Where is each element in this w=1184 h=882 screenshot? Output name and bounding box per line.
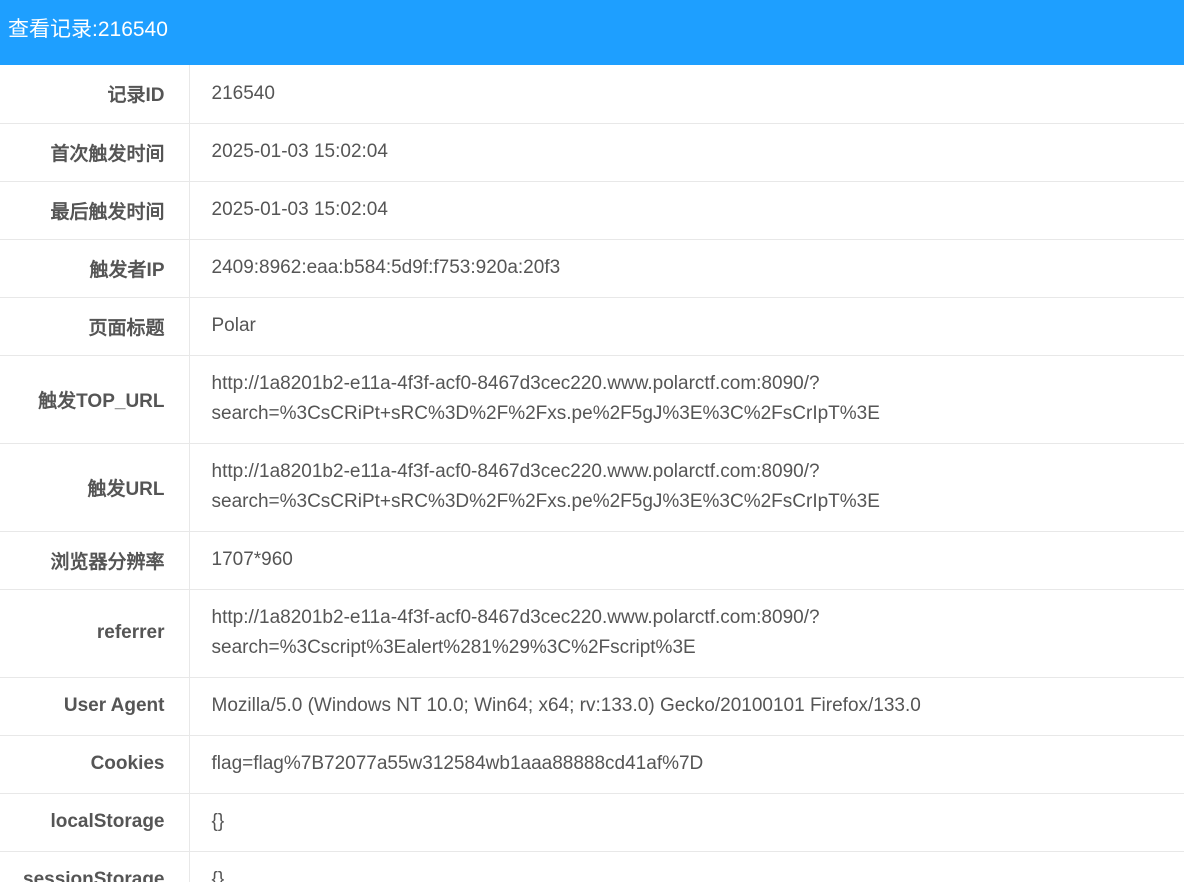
row-label: 最后触发时间 [0,181,190,240]
row-value: 2025-01-03 15:02:04 [189,123,1184,182]
row-value: 2025-01-03 15:02:04 [189,181,1184,240]
row-label: referrer [0,589,190,678]
row-value: {} [189,851,1184,882]
table-row-user-agent: User Agent Mozilla/5.0 (Windows NT 10.0;… [0,677,1184,736]
row-label: 触发TOP_URL [0,355,190,444]
row-value: {} [189,793,1184,852]
table-row-trigger-ip: 触发者IP 2409:8962:eaa:b584:5d9f:f753:920a:… [0,239,1184,298]
page-header: 查看记录:216540 [0,0,1184,65]
table-row-page-title: 页面标题 Polar [0,297,1184,356]
table-row-first-trigger-time: 首次触发时间 2025-01-03 15:02:04 [0,123,1184,182]
row-label: 页面标题 [0,297,190,356]
row-label: localStorage [0,793,190,852]
row-label: sessionStorage [0,851,190,882]
row-value: http://1a8201b2-e11a-4f3f-acf0-8467d3cec… [189,355,1184,444]
table-row-resolution: 浏览器分辨率 1707*960 [0,531,1184,590]
page-title: 查看记录:216540 [8,17,168,41]
row-label: 记录ID [0,65,190,124]
row-label: 触发URL [0,443,190,532]
table-row-top-url: 触发TOP_URL http://1a8201b2-e11a-4f3f-acf0… [0,355,1184,444]
row-value: http://1a8201b2-e11a-4f3f-acf0-8467d3cec… [189,589,1184,678]
record-detail-table: 记录ID 216540 首次触发时间 2025-01-03 15:02:04 最… [0,65,1184,882]
row-value: flag=flag%7B72077a55w312584wb1aaa88888cd… [189,735,1184,794]
row-label: 首次触发时间 [0,123,190,182]
table-row-record-id: 记录ID 216540 [0,65,1184,124]
table-row-cookies: Cookies flag=flag%7B72077a55w312584wb1aa… [0,735,1184,794]
row-label: 浏览器分辨率 [0,531,190,590]
table-row-referrer: referrer http://1a8201b2-e11a-4f3f-acf0-… [0,589,1184,678]
row-value: 1707*960 [189,531,1184,590]
row-value: Polar [189,297,1184,356]
row-label: 触发者IP [0,239,190,298]
table-row-trigger-url: 触发URL http://1a8201b2-e11a-4f3f-acf0-846… [0,443,1184,532]
table-row-local-storage: localStorage {} [0,793,1184,852]
row-label: Cookies [0,735,190,794]
row-value: 2409:8962:eaa:b584:5d9f:f753:920a:20f3 [189,239,1184,298]
row-value: http://1a8201b2-e11a-4f3f-acf0-8467d3cec… [189,443,1184,532]
row-value: 216540 [189,65,1184,124]
row-value: Mozilla/5.0 (Windows NT 10.0; Win64; x64… [189,677,1184,736]
table-row-last-trigger-time: 最后触发时间 2025-01-03 15:02:04 [0,181,1184,240]
table-row-session-storage: sessionStorage {} [0,851,1184,882]
row-label: User Agent [0,677,190,736]
